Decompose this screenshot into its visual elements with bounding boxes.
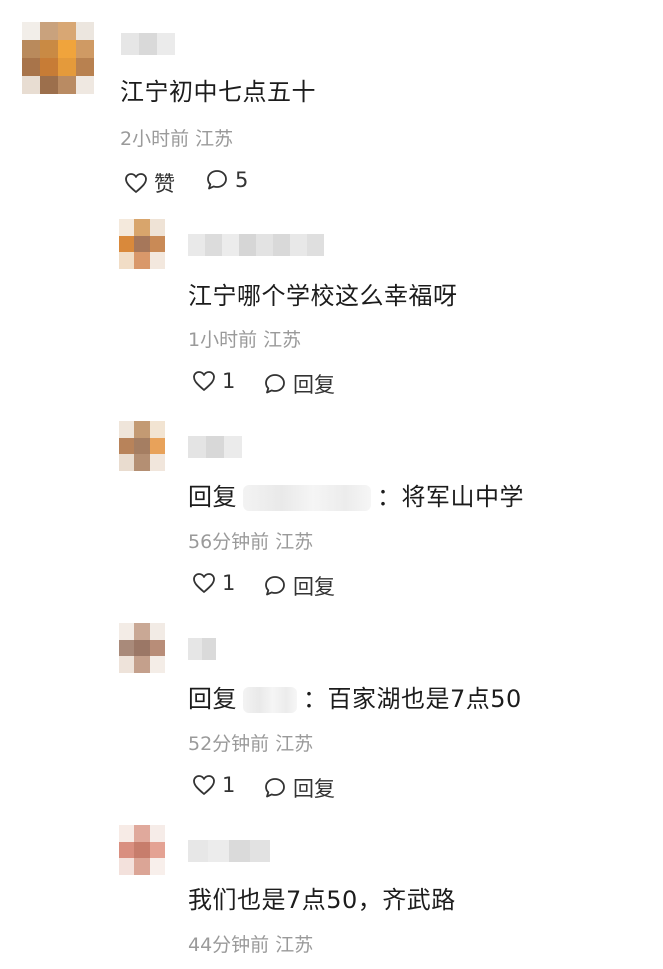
reply-button[interactable]: 回复 xyxy=(263,571,335,601)
like-count: 1 xyxy=(222,369,236,393)
mention-username[interactable] xyxy=(243,687,297,713)
reply-label: 回复 xyxy=(293,373,335,397)
avatar[interactable] xyxy=(119,825,165,875)
username[interactable] xyxy=(121,33,175,55)
like-button[interactable]: 赞 xyxy=(124,168,175,198)
like-count: 1 xyxy=(222,773,236,797)
reply-meta: 44分钟前 江苏 xyxy=(188,934,314,956)
reply-meta: 56分钟前 江苏 xyxy=(188,531,314,553)
like-button[interactable]: 1 xyxy=(192,369,235,393)
reply-meta: 1小时前 江苏 xyxy=(188,329,302,351)
reply-meta: 52分钟前 江苏 xyxy=(188,733,314,755)
comment-bubble-icon xyxy=(207,170,227,190)
reply-text: 江宁哪个学校这么幸福呀 xyxy=(188,282,458,310)
heart-outline-icon xyxy=(125,173,147,193)
reply-count: 5 xyxy=(235,168,249,192)
like-count: 1 xyxy=(222,571,236,595)
username[interactable] xyxy=(188,436,242,458)
avatar[interactable] xyxy=(22,22,94,94)
reply-button[interactable]: 回复 xyxy=(263,369,335,399)
comment-bubble-icon xyxy=(265,778,285,798)
avatar[interactable] xyxy=(119,219,165,269)
comment-bubble-icon xyxy=(265,576,285,596)
heart-outline-icon xyxy=(193,775,215,795)
reply-prefix: 回复 xyxy=(188,483,237,511)
username[interactable] xyxy=(188,638,216,660)
reply-button[interactable]: 回复 xyxy=(263,773,335,803)
comment-meta: 2小时前 江苏 xyxy=(120,128,234,150)
reply-text: 回复 ：将军山中学 xyxy=(188,477,524,512)
avatar[interactable] xyxy=(119,421,165,471)
heart-outline-icon xyxy=(193,573,215,593)
like-label: 赞 xyxy=(154,172,175,196)
comment-button[interactable]: 5 xyxy=(205,168,248,192)
comment-text: 江宁初中七点五十 xyxy=(120,78,316,106)
heart-outline-icon xyxy=(193,371,215,391)
comment-bubble-icon xyxy=(265,374,285,394)
mention-username[interactable] xyxy=(243,485,371,511)
username[interactable] xyxy=(188,234,324,256)
reply-text: 回复 ：百家湖也是7点50 xyxy=(188,679,522,714)
like-button[interactable]: 1 xyxy=(192,571,235,595)
username[interactable] xyxy=(188,840,270,862)
reply-label: 回复 xyxy=(293,777,335,801)
reply-suffix: ：将军山中学 xyxy=(377,483,524,511)
like-button[interactable]: 1 xyxy=(192,773,235,797)
reply-prefix: 回复 xyxy=(188,685,237,713)
reply-label: 回复 xyxy=(293,575,335,599)
reply-suffix: ：百家湖也是7点50 xyxy=(303,685,522,713)
avatar[interactable] xyxy=(119,623,165,673)
reply-text: 我们也是7点50，齐武路 xyxy=(188,886,456,914)
